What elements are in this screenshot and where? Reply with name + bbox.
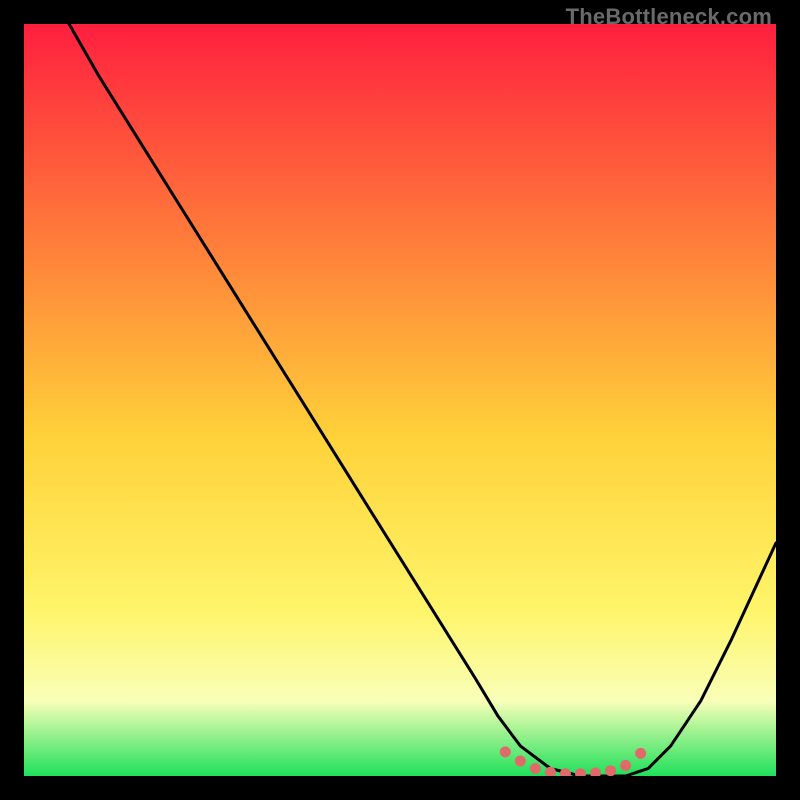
optimal-marker [530, 763, 541, 774]
optimal-marker [605, 765, 616, 776]
optimal-marker [635, 748, 646, 759]
optimal-marker [500, 746, 511, 757]
chart-svg [24, 24, 776, 776]
optimal-marker [620, 760, 631, 771]
chart-frame [24, 24, 776, 776]
optimal-marker [515, 756, 526, 767]
watermark-text: TheBottleneck.com [566, 4, 772, 30]
